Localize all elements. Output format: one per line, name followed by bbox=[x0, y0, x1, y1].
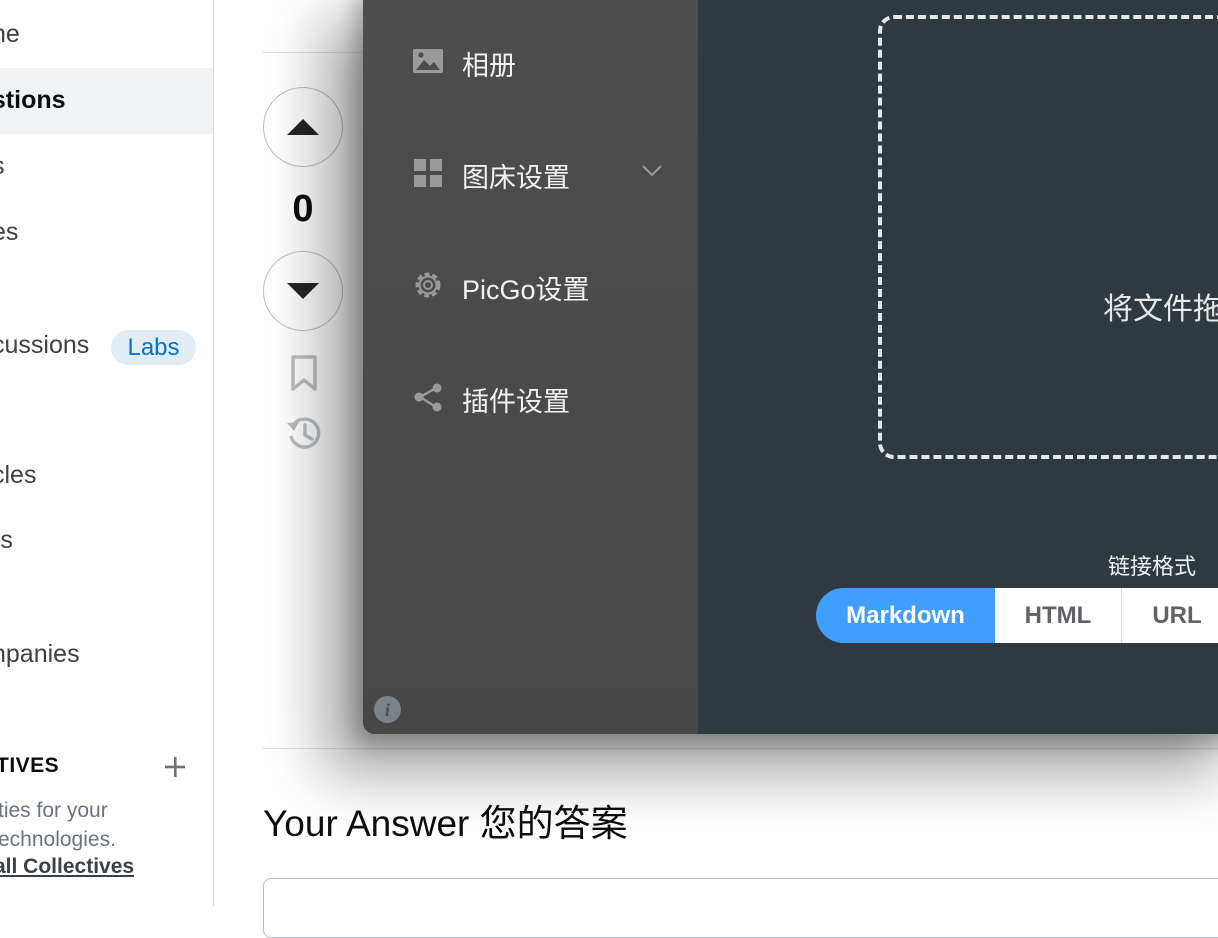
answer-editor[interactable] bbox=[263, 878, 1218, 938]
format-url-button[interactable]: URL bbox=[1122, 588, 1218, 643]
svg-text:i: i bbox=[385, 700, 390, 720]
menu-label: 图床设置 bbox=[462, 163, 570, 193]
picgo-sidebar: 相册 图床设置 PicGo设置 插件设置 i bbox=[363, 0, 698, 734]
menu-label: 相册 bbox=[462, 51, 516, 81]
chevron-down-icon[interactable] bbox=[641, 164, 663, 178]
nav-item-articles[interactable]: cles bbox=[0, 461, 36, 490]
link-format-label: 链接格式 bbox=[1108, 554, 1197, 579]
explore-collectives-link[interactable]: all Collectives bbox=[0, 855, 134, 879]
gear-icon bbox=[415, 272, 441, 298]
info-icon[interactable]: i bbox=[373, 695, 402, 724]
nav-item-companies[interactable]: npanies bbox=[0, 640, 80, 669]
collectives-heading: TIVES bbox=[0, 754, 60, 777]
grid-icon bbox=[414, 159, 442, 187]
arrow-up-icon bbox=[287, 119, 319, 135]
format-markdown-button[interactable]: Markdown bbox=[816, 588, 995, 643]
divider bbox=[262, 52, 372, 53]
menu-label: 插件设置 bbox=[462, 387, 570, 417]
share-icon bbox=[414, 383, 442, 412]
your-answer-heading: Your Answer 您的答案 bbox=[263, 803, 628, 844]
format-html-button[interactable]: HTML bbox=[995, 588, 1122, 643]
menu-label: PicGo设置 bbox=[462, 275, 590, 305]
bookmark-icon[interactable] bbox=[285, 354, 323, 392]
upvote-button[interactable] bbox=[263, 87, 343, 167]
labs-badge: Labs bbox=[111, 330, 196, 365]
nav-item-home[interactable]: ne bbox=[0, 20, 20, 49]
vote-count: 0 bbox=[292, 188, 314, 230]
picgo-upload-area: 将文件拖 链接格式 Markdown HTML URL bbox=[698, 0, 1218, 734]
nav-item-users[interactable]: es bbox=[0, 218, 18, 247]
menu-item-plugin-settings[interactable]: 插件设置 bbox=[363, 366, 698, 426]
downvote-button[interactable] bbox=[263, 251, 343, 331]
file-drop-zone[interactable] bbox=[878, 15, 1218, 459]
menu-item-album[interactable]: 相册 bbox=[363, 30, 698, 90]
link-format-group: Markdown HTML URL bbox=[816, 588, 1218, 643]
picgo-window: 相册 图床设置 PicGo设置 插件设置 i 将文件拖 链接格式 Markdow… bbox=[363, 0, 1218, 734]
nav-item-users-2[interactable]: rs bbox=[0, 526, 13, 555]
plus-icon[interactable] bbox=[162, 754, 188, 780]
arrow-down-icon bbox=[287, 283, 319, 299]
image-icon bbox=[413, 49, 443, 73]
history-icon[interactable] bbox=[285, 414, 323, 452]
left-navigation: ne estions s es cussions Labs t cles rs … bbox=[0, 0, 214, 906]
nav-item-questions[interactable]: estions bbox=[0, 68, 213, 134]
menu-item-picgo-settings[interactable]: PicGo设置 bbox=[363, 254, 698, 314]
collectives-text-line2: echnologies. bbox=[0, 828, 116, 851]
divider bbox=[262, 748, 1218, 749]
drop-zone-text: 将文件拖 bbox=[1103, 293, 1218, 326]
menu-item-image-host-settings[interactable]: 图床设置 bbox=[363, 142, 698, 202]
nav-item-tags[interactable]: s bbox=[0, 152, 5, 181]
nav-item-discussions[interactable]: cussions bbox=[0, 331, 89, 360]
collectives-text-line1: ties for your bbox=[0, 799, 108, 822]
